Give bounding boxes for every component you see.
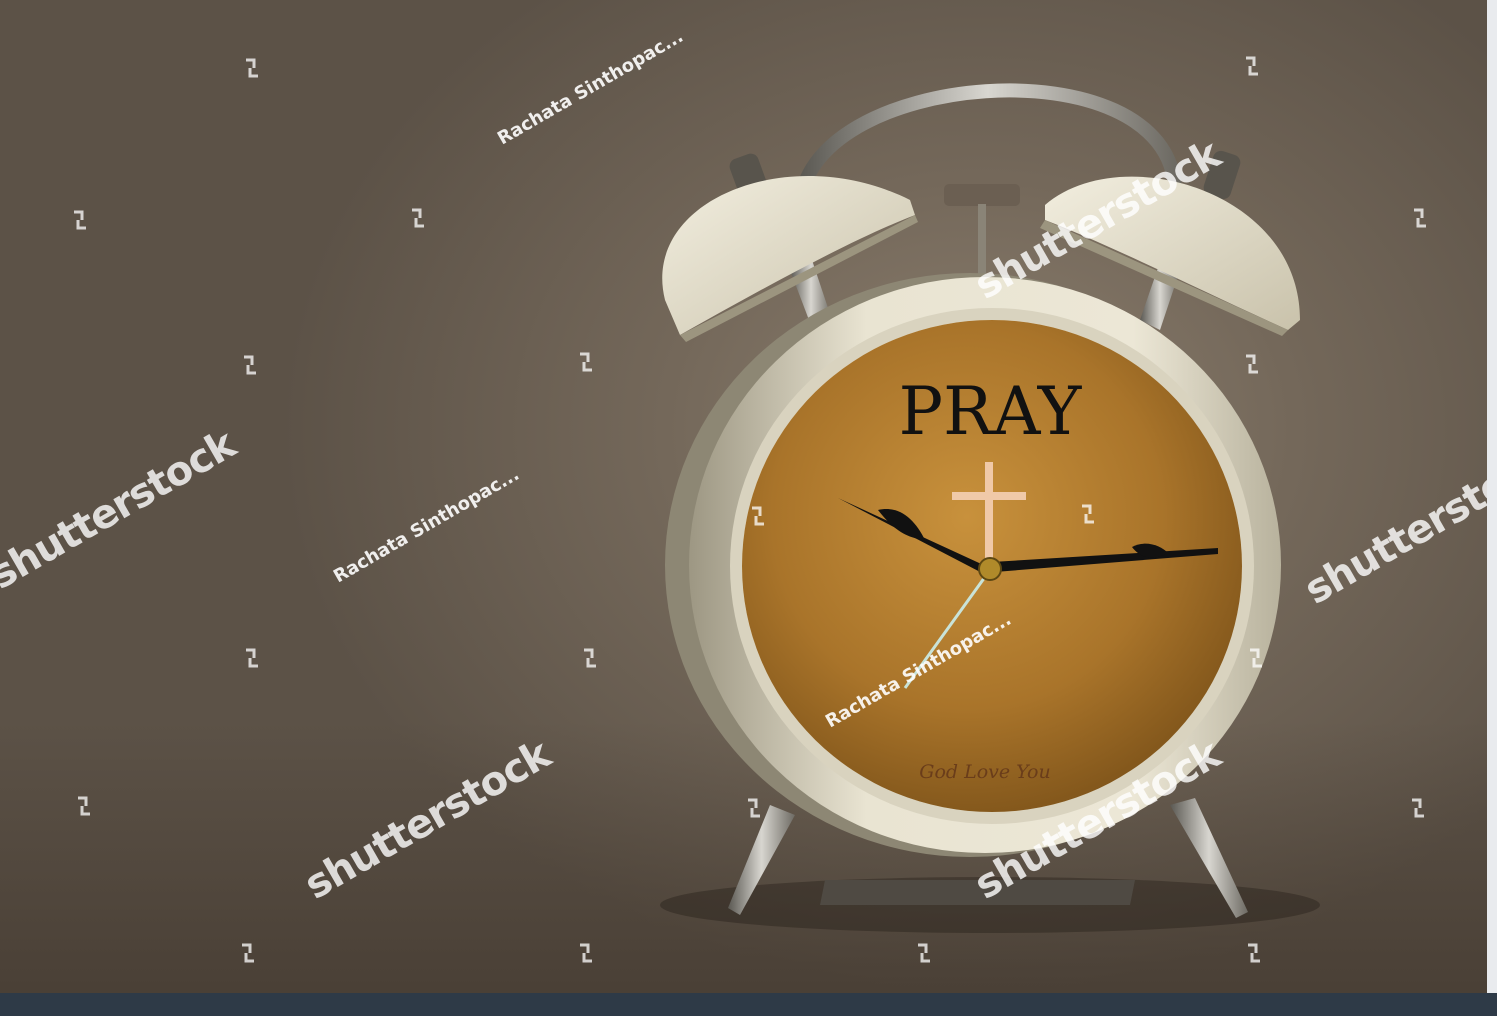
dial-subtitle: God Love You [919,761,1050,783]
watermark-author: Rachata Sinthopac... [494,26,687,149]
watermark-author: Rachata Sinthopac... [330,464,523,587]
stock-photo: PRAY God Love You shutterstock shutterst… [0,0,1487,993]
alarm-clock: PRAY God Love You shutterstock shutterst… [0,26,1487,963]
snooze-knob [944,184,1020,206]
hand-hub [978,557,1002,581]
watermark-brand: shutterstock [1297,435,1487,613]
dial-title: PRAY [899,373,1083,450]
watermark-brand: shutterstock [0,420,245,598]
page-margin [1487,0,1497,993]
bottom-bar [0,993,1497,1016]
watermark-brand: shutterstock [297,730,560,908]
